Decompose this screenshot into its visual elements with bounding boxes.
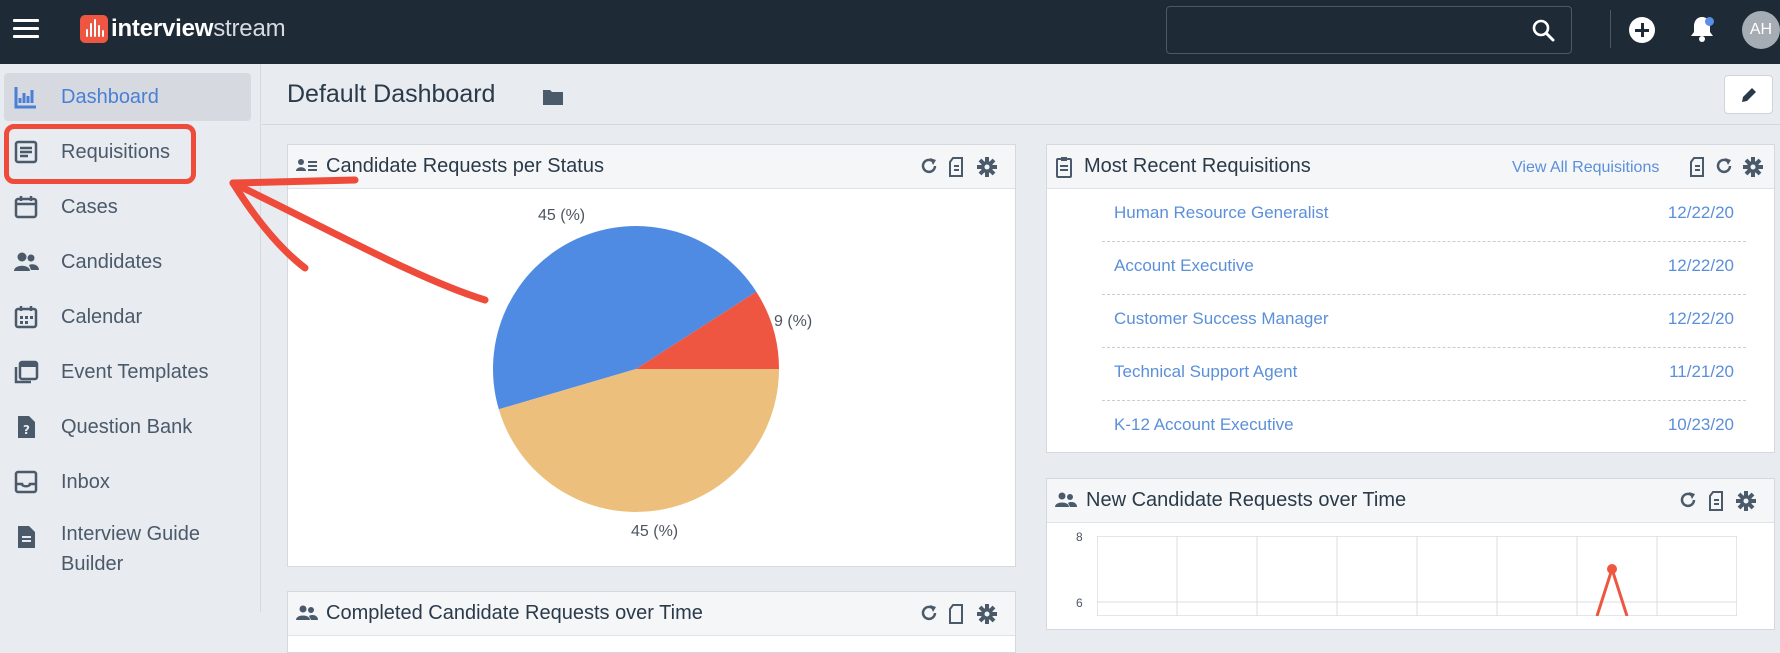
sidebar-item-inbox[interactable]: Inbox xyxy=(0,458,252,506)
panel-header: Completed Candidate Requests over Time xyxy=(288,592,1015,636)
pie-label: 45 (%) xyxy=(631,523,679,540)
sidebar-item-cases[interactable]: Cases xyxy=(0,183,252,231)
sidebar-item-label: Calendar xyxy=(61,306,143,328)
clipboard-icon xyxy=(1056,157,1072,178)
folder-icon[interactable] xyxy=(542,88,564,106)
sidebar-item-calendar[interactable]: Calendar xyxy=(0,293,252,341)
export-icon[interactable] xyxy=(1688,156,1706,178)
pie-chart xyxy=(493,226,779,512)
requisition-date: 10/23/20 xyxy=(1667,415,1734,434)
sidebar-item-label: Candidates xyxy=(61,251,163,273)
export-icon[interactable] xyxy=(947,156,965,178)
requisition-date: 12/22/20 xyxy=(1667,256,1734,275)
panel-header: New Candidate Requests over Time xyxy=(1047,479,1774,523)
sidebar: Dashboard Requisitions Cases Candidates … xyxy=(0,64,261,612)
sidebar-item-label: Interview Guide xyxy=(61,523,200,545)
sidebar-item-label: Dashboard xyxy=(61,86,159,108)
add-icon[interactable] xyxy=(1629,17,1655,43)
requisition-date: 12/22/20 xyxy=(1667,203,1734,222)
panel-title: New Candidate Requests over Time xyxy=(1086,489,1407,511)
sidebar-item-event-templates[interactable]: Event Templates xyxy=(0,348,252,396)
svg-text:?: ? xyxy=(23,423,30,437)
time-panel: New Candidate Requests over Time 8 6 xyxy=(1046,478,1775,630)
logo-icon xyxy=(80,15,108,43)
template-icon xyxy=(14,360,39,384)
requisition-name[interactable]: K-12 Account Executive xyxy=(1114,415,1294,435)
sidebar-item-label-line2: Builder xyxy=(61,553,124,575)
panel-title: Candidate Requests per Status xyxy=(326,155,604,177)
refresh-icon[interactable] xyxy=(1714,156,1734,176)
sidebar-item-label: Requisitions xyxy=(61,141,170,163)
search-input[interactable] xyxy=(1166,6,1572,54)
panel-title: Most Recent Requisitions xyxy=(1084,155,1311,177)
requisition-name[interactable]: Human Resource Generalist xyxy=(1114,203,1328,223)
pie-label: 9 (%) xyxy=(774,313,813,330)
calendar-grid-icon xyxy=(14,306,38,329)
logo-text: interviewstream xyxy=(111,15,286,42)
table-row[interactable]: Human Resource Generalist 12/22/20 xyxy=(1102,189,1746,242)
people-list-icon xyxy=(296,159,317,171)
divider xyxy=(1610,10,1611,48)
refresh-icon[interactable] xyxy=(1678,490,1698,510)
sidebar-item-question-bank[interactable]: ? Question Bank xyxy=(0,403,252,451)
table-row[interactable]: K-12 Account Executive 10/23/20 xyxy=(1102,401,1746,453)
line-chart xyxy=(1097,536,1737,616)
gear-icon[interactable] xyxy=(976,156,998,178)
sidebar-item-label: Event Templates xyxy=(61,361,209,383)
pie-label: 45 (%) xyxy=(538,207,586,224)
inbox-icon xyxy=(14,470,38,494)
requisition-name[interactable]: Account Executive xyxy=(1114,256,1254,276)
requisition-name[interactable]: Technical Support Agent xyxy=(1114,362,1297,382)
panel-header: Candidate Requests per Status xyxy=(288,145,1015,189)
requisition-name[interactable]: Customer Success Manager xyxy=(1114,309,1328,329)
series-line xyxy=(1595,564,1629,616)
export-icon[interactable] xyxy=(1707,490,1725,512)
sidebar-item-label: Question Bank xyxy=(61,416,193,438)
avatar[interactable]: AH xyxy=(1742,11,1780,49)
people-icon xyxy=(14,252,39,271)
chart-icon xyxy=(14,87,36,109)
requisition-date: 11/21/20 xyxy=(1669,362,1734,381)
people-icon xyxy=(1055,492,1077,507)
logo[interactable]: interviewstream xyxy=(80,14,286,44)
sidebar-item-requisitions[interactable]: Requisitions xyxy=(0,128,252,176)
refresh-icon[interactable] xyxy=(919,156,939,176)
notification-badge xyxy=(1705,17,1714,26)
refresh-icon[interactable] xyxy=(919,603,939,623)
gear-icon[interactable] xyxy=(1735,490,1757,512)
question-file-icon: ? xyxy=(18,416,35,438)
requisition-date: 12/22/20 xyxy=(1667,309,1734,328)
completed-panel: Completed Candidate Requests over Time xyxy=(287,591,1016,653)
top-bar: interviewstream AH xyxy=(0,0,1780,64)
page-header: Default Dashboard xyxy=(262,64,1780,125)
table-row[interactable]: Customer Success Manager 12/22/20 xyxy=(1102,295,1746,348)
data-point[interactable] xyxy=(1607,564,1617,574)
page-title: Default Dashboard xyxy=(287,80,496,108)
panel-header: Most Recent Requisitions View All Requis… xyxy=(1047,145,1774,189)
panel-title: Completed Candidate Requests over Time xyxy=(326,602,703,624)
search-icon[interactable] xyxy=(1531,18,1555,42)
edit-button[interactable] xyxy=(1724,75,1773,114)
document-icon xyxy=(18,526,35,548)
list-icon xyxy=(14,140,38,164)
status-panel: Candidate Requests per Status 45 (%) 9 (… xyxy=(287,144,1016,567)
y-tick-label: 8 xyxy=(1076,530,1083,544)
sidebar-item-interview-guide-builder[interactable]: Interview Guide Builder xyxy=(0,515,252,585)
table-row[interactable]: Technical Support Agent 11/21/20 xyxy=(1102,348,1746,401)
people-icon xyxy=(296,605,318,620)
sidebar-item-dashboard[interactable]: Dashboard xyxy=(4,73,251,121)
gear-icon[interactable] xyxy=(976,603,998,625)
requisitions-panel: Most Recent Requisitions View All Requis… xyxy=(1046,144,1775,453)
export-icon[interactable] xyxy=(947,603,965,625)
y-tick-label: 6 xyxy=(1076,596,1083,610)
table-row[interactable]: Account Executive 12/22/20 xyxy=(1102,242,1746,295)
calendar-icon xyxy=(14,196,38,219)
menu-icon[interactable] xyxy=(13,19,39,39)
sidebar-item-label: Cases xyxy=(61,196,118,218)
sidebar-item-label: Inbox xyxy=(61,471,110,493)
view-all-requisitions-link[interactable]: View All Requisitions xyxy=(1512,159,1659,177)
pencil-icon xyxy=(1742,88,1756,102)
sidebar-item-candidates[interactable]: Candidates xyxy=(0,238,252,286)
gear-icon[interactable] xyxy=(1742,156,1764,178)
